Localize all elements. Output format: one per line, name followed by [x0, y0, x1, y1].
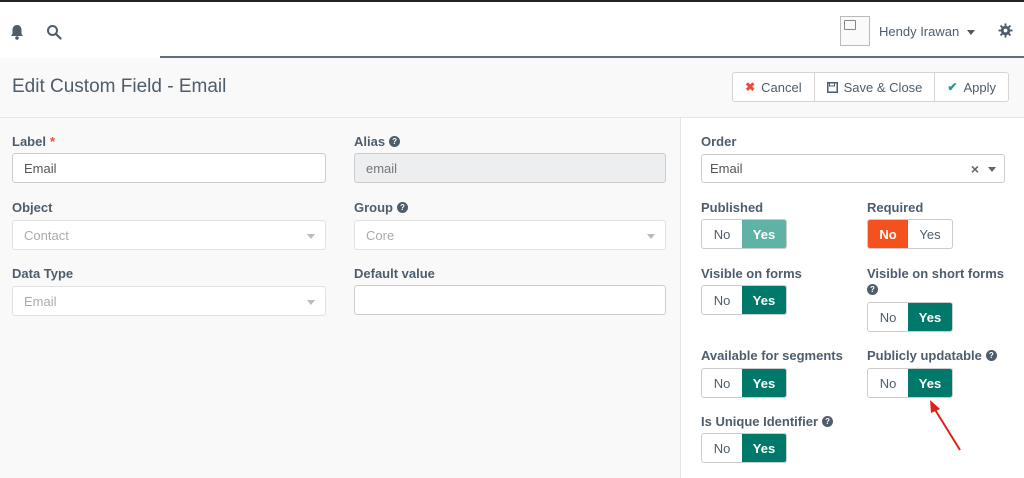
- search-icon[interactable]: [46, 24, 62, 40]
- published-toggle: No Yes: [701, 219, 787, 249]
- properties-panel: Order Email × Published No Yes Required …: [680, 118, 1024, 478]
- publicly-updatable-no-button[interactable]: No: [868, 369, 908, 397]
- page-header: Edit Custom Field - Email ✖ Cancel Save …: [0, 58, 1024, 118]
- help-icon: ?: [985, 350, 997, 361]
- close-icon: ✖: [745, 80, 756, 94]
- available-for-segments-toggle: No Yes: [701, 368, 787, 398]
- published-no-button[interactable]: No: [702, 220, 742, 248]
- published-label: Published: [701, 200, 764, 215]
- chevron-down-icon: [307, 300, 315, 305]
- save-close-button[interactable]: Save & Close: [815, 73, 936, 101]
- apply-button-label: Apply: [963, 79, 996, 95]
- data-type-select-value: Email: [24, 293, 57, 309]
- chevron-down-icon[interactable]: [967, 30, 975, 35]
- group-select[interactable]: Core: [354, 220, 666, 250]
- is-unique-identifier-toggle: No Yes: [701, 433, 787, 463]
- required-yes-button[interactable]: Yes: [908, 220, 952, 248]
- order-select[interactable]: Email ×: [701, 154, 1005, 183]
- top-navbar: Hendy Irawan: [0, 0, 1024, 58]
- publicly-updatable-label: Publicly updatable?: [867, 348, 997, 363]
- object-select-value: Contact: [24, 227, 69, 243]
- is-unique-identifier-yes-button[interactable]: Yes: [742, 434, 786, 462]
- help-icon[interactable]: ?: [867, 284, 878, 295]
- alias-input[interactable]: email: [354, 153, 666, 183]
- publicly-updatable-toggle: No Yes: [867, 368, 953, 398]
- save-icon: [826, 81, 838, 93]
- available-for-segments-yes-button[interactable]: Yes: [742, 369, 786, 397]
- object-field-label: Object: [12, 200, 53, 215]
- check-icon: ✔: [947, 80, 958, 94]
- visible-on-forms-no-button[interactable]: No: [702, 286, 742, 314]
- visible-on-short-forms-no-button[interactable]: No: [868, 303, 908, 331]
- apply-button[interactable]: ✔ Apply: [935, 73, 1008, 101]
- avatar[interactable]: [840, 16, 870, 46]
- save-close-button-label: Save & Close: [843, 79, 923, 95]
- visible-on-short-forms-toggle: No Yes: [867, 302, 953, 332]
- data-type-select[interactable]: Email: [12, 286, 326, 316]
- clear-icon[interactable]: ×: [971, 161, 979, 177]
- available-for-segments-no-button[interactable]: No: [702, 369, 742, 397]
- page-title: Edit Custom Field - Email: [12, 76, 227, 97]
- required-label: Required: [867, 200, 924, 215]
- chevron-down-icon: [647, 234, 655, 239]
- data-type-field-label: Data Type: [12, 266, 74, 281]
- cancel-button[interactable]: ✖ Cancel: [733, 73, 815, 101]
- order-field-label: Order: [701, 134, 737, 149]
- default-value-field-label: Default value: [354, 266, 435, 281]
- header-button-group: ✖ Cancel Save & Close ✔ Apply: [732, 72, 1009, 102]
- visible-on-short-forms-label: Visible on short forms: [867, 266, 1005, 281]
- required-toggle: No Yes: [867, 219, 953, 249]
- is-unique-identifier-label: Is Unique Identifier?: [701, 414, 834, 429]
- user-name[interactable]: Hendy Irawan: [879, 24, 959, 39]
- alias-field-label: Alias?: [354, 134, 401, 149]
- chevron-down-icon: [988, 167, 996, 172]
- group-select-value: Core: [366, 227, 395, 243]
- help-icon: ?: [389, 136, 401, 147]
- cancel-button-label: Cancel: [761, 79, 802, 95]
- default-value-input[interactable]: [354, 285, 666, 315]
- publicly-updatable-yes-button[interactable]: Yes: [908, 369, 952, 397]
- visible-on-forms-toggle: No Yes: [701, 285, 787, 315]
- main-form-panel: Label * Email Alias? email Object Contact…: [0, 118, 680, 478]
- group-field-label: Group?: [354, 200, 408, 215]
- order-select-value: Email: [710, 161, 743, 176]
- is-unique-identifier-no-button[interactable]: No: [702, 434, 742, 462]
- required-no-button[interactable]: No: [868, 220, 908, 248]
- label-input[interactable]: Email: [12, 153, 326, 183]
- chevron-down-icon: [307, 234, 315, 239]
- visible-on-short-forms-yes-button[interactable]: Yes: [908, 303, 952, 331]
- gear-icon[interactable]: [998, 23, 1013, 38]
- bell-icon[interactable]: [10, 24, 24, 40]
- annotation-arrow-icon: [930, 400, 961, 451]
- required-mark: *: [49, 134, 56, 149]
- visible-on-forms-label: Visible on forms: [701, 266, 802, 281]
- published-yes-button[interactable]: Yes: [742, 220, 786, 248]
- object-select[interactable]: Contact: [12, 220, 326, 250]
- available-for-segments-label: Available for segments: [701, 348, 843, 363]
- visible-on-forms-yes-button[interactable]: Yes: [742, 286, 786, 314]
- help-icon: ?: [822, 416, 834, 427]
- help-icon: ?: [397, 202, 408, 213]
- label-field-label: Label *: [12, 134, 56, 149]
